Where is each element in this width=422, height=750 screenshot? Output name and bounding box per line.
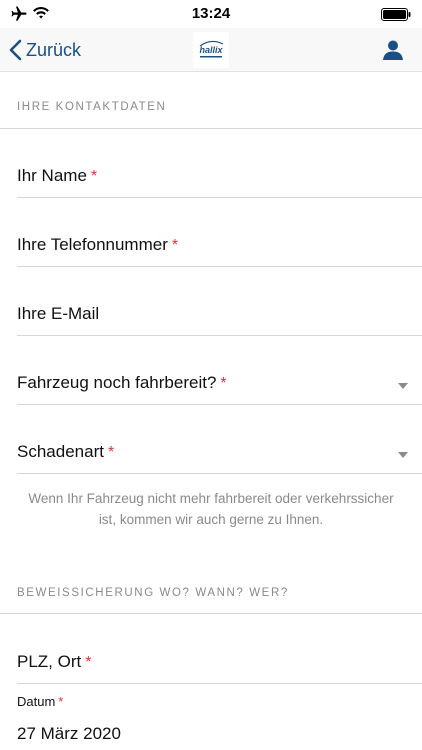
- damage-type-select[interactable]: Schadenart *: [17, 442, 422, 474]
- app-logo: hallix: [193, 32, 229, 68]
- vehicle-drivable-select[interactable]: Fahrzeug noch fahrbereit? *: [17, 373, 422, 405]
- required-marker: *: [85, 654, 92, 671]
- required-marker: *: [90, 168, 98, 185]
- phone-field-label: Ihre Telefonnummer: [17, 235, 168, 254]
- help-text: Wenn Ihr Fahrzeug nicht mehr fahrbereit …: [28, 491, 394, 527]
- user-profile-icon[interactable]: [382, 39, 404, 61]
- name-field[interactable]: Ihr Name *: [17, 166, 422, 198]
- email-field[interactable]: Ihre E-Mail: [17, 304, 422, 336]
- section-header-contact: IHRE KONTAKTDATEN: [17, 101, 167, 113]
- phone-field[interactable]: Ihre Telefonnummer *: [17, 235, 422, 267]
- field-underline: [17, 473, 422, 474]
- back-button[interactable]: Zurück: [8, 28, 81, 72]
- back-button-label: Zurück: [26, 39, 82, 60]
- field-underline: [17, 683, 422, 684]
- battery-icon: [381, 8, 411, 21]
- field-underline: [17, 197, 422, 198]
- dropdown-arrow-icon: [398, 452, 408, 458]
- status-bar: 13:24: [0, 0, 422, 28]
- email-field-label: Ihre E-Mail: [17, 304, 100, 323]
- section-divider: [0, 128, 422, 129]
- vehicle-drivable-label: Fahrzeug noch fahrbereit?: [17, 373, 217, 392]
- required-marker: *: [171, 237, 179, 254]
- required-marker: *: [220, 375, 227, 392]
- svg-text:hallix: hallix: [199, 45, 223, 55]
- date-field-label: Datum *: [17, 694, 63, 709]
- date-field[interactable]: 27 März 2020: [17, 724, 121, 744]
- section-divider: [0, 613, 422, 614]
- location-field-label: PLZ, Ort: [17, 652, 82, 671]
- navigation-bar: Zurück hallix: [0, 28, 422, 72]
- dropdown-arrow-icon: [398, 383, 408, 389]
- hallix-logo-icon: hallix: [199, 40, 223, 58]
- chevron-left-icon: [9, 39, 22, 61]
- status-time: 13:24: [191, 5, 231, 22]
- required-marker: *: [58, 694, 64, 709]
- field-underline: [17, 335, 422, 336]
- field-underline: [17, 266, 422, 267]
- required-marker: *: [107, 444, 115, 461]
- field-underline: [17, 404, 422, 405]
- damage-type-label: Schadenart: [17, 442, 104, 461]
- section-header-evidence: BEWEISSICHERUNG WO? WANN? WER?: [17, 587, 289, 599]
- location-field[interactable]: PLZ, Ort *: [17, 652, 422, 684]
- name-field-label: Ihr Name: [17, 166, 87, 185]
- date-label-text: Datum: [17, 694, 56, 709]
